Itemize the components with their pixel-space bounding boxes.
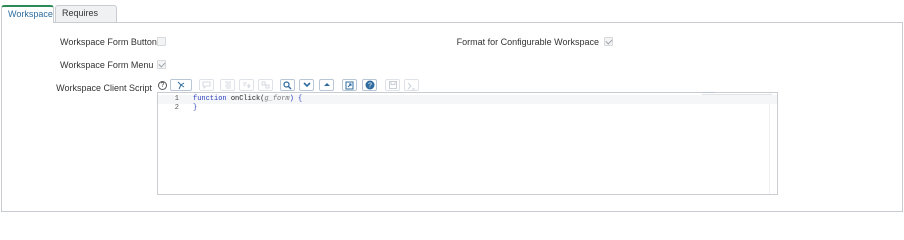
workspace-form-button-label: Workspace Form Button <box>60 37 157 47</box>
format-configurable-workspace-checkbox[interactable] <box>604 37 613 46</box>
code-editor[interactable]: 1 function onClick(g_form) { 2 } <box>157 92 778 195</box>
replace-all-icon <box>261 81 270 89</box>
fullscreen-icon <box>345 81 354 89</box>
workspace-form-menu-checkbox[interactable] <box>157 60 166 69</box>
find-previous-icon <box>323 83 330 86</box>
workspace-form-menu-label: Workspace Form Menu <box>60 60 154 70</box>
code-function-name: onClick <box>230 95 261 103</box>
save-button[interactable] <box>385 79 400 91</box>
workspace-form-button-checkbox[interactable] <box>157 37 166 46</box>
editor-resize-marker <box>701 92 715 93</box>
code-text: } <box>193 104 198 112</box>
replace-all-button[interactable] <box>258 79 273 91</box>
format-code-icon <box>224 81 231 89</box>
script-debugger-button[interactable] <box>170 79 192 91</box>
line-number: 1 <box>174 95 179 103</box>
search-button[interactable] <box>280 79 295 91</box>
tab-bar: Workspace Requires role <box>0 0 904 33</box>
replace-button[interactable] <box>239 79 254 91</box>
field-help-icon[interactable]: ? <box>158 81 167 90</box>
line-number: 2 <box>174 104 179 112</box>
help-button[interactable]: ? <box>362 79 377 91</box>
find-next-icon <box>302 82 311 88</box>
find-next-button[interactable] <box>299 79 314 91</box>
format-code-button[interactable] <box>220 79 235 91</box>
find-previous-button[interactable] <box>319 79 334 91</box>
code-line[interactable]: 2 } <box>158 104 777 113</box>
format-configurable-workspace-label: Format for Configurable Workspace <box>456 37 599 47</box>
code-keyword: function <box>193 95 227 103</box>
script-debugger-icon <box>177 81 185 89</box>
replace-icon <box>243 82 251 89</box>
save-icon <box>388 81 397 89</box>
toggle-syntax-icon <box>407 82 415 89</box>
comment-icon <box>202 81 211 89</box>
code-brace: ) { <box>289 95 303 103</box>
tab-requires-role[interactable]: Requires role <box>55 5 117 33</box>
code-text: function onClick(g_form) { <box>193 95 302 104</box>
fullscreen-button[interactable] <box>342 79 357 91</box>
svg-text:?: ? <box>368 83 372 90</box>
toggle-syntax-button[interactable] <box>404 79 419 91</box>
help-icon: ? <box>365 80 374 90</box>
comment-button[interactable] <box>199 79 214 91</box>
tab-workspace[interactable]: Workspace <box>1 5 54 23</box>
code-argument: g_form <box>264 95 290 103</box>
active-line-marker <box>702 94 772 95</box>
workspace-client-script-label: Workspace Client Script <box>56 83 152 93</box>
code-line[interactable]: 1 function onClick(g_form) { <box>158 94 777 104</box>
search-icon <box>283 80 292 89</box>
